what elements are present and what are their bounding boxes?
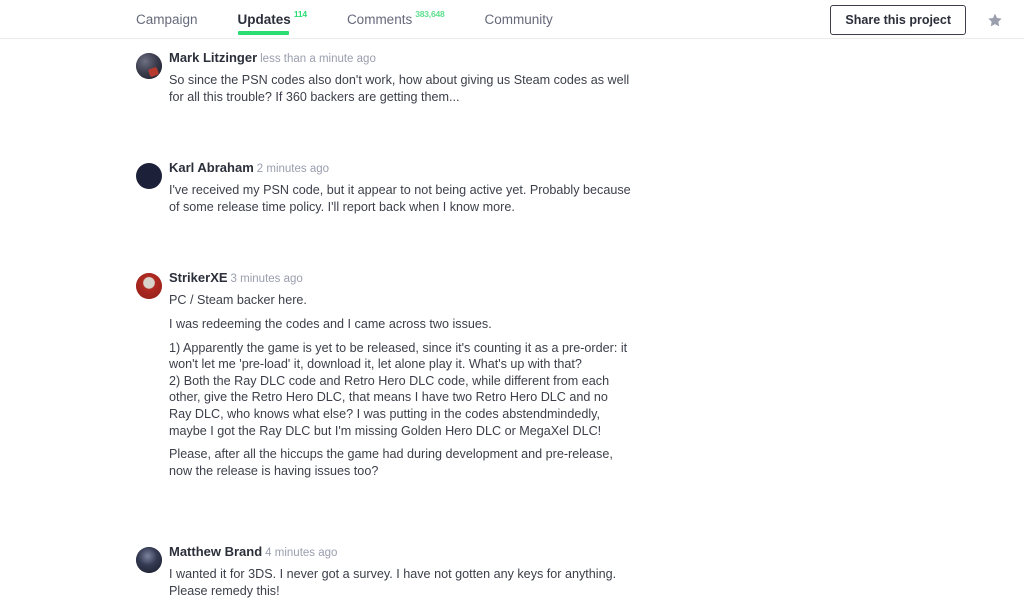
avatar[interactable] (136, 163, 162, 190)
avatar[interactable] (136, 273, 162, 300)
active-tab-underline (237, 30, 289, 35)
share-this-project-button[interactable]: Share this project (830, 4, 966, 35)
comment-author[interactable]: Matthew Brand (169, 544, 262, 559)
comment-timestamp: less than a minute ago (260, 53, 376, 65)
comment-author[interactable]: Mark Litzinger (169, 50, 257, 65)
comment-meta: Mark Litzinger less than a minute ago (169, 49, 631, 68)
comment-body: Mark Litzinger less than a minute ago So … (169, 49, 631, 105)
comment-author[interactable]: Karl Abraham (169, 160, 254, 175)
tab-updates-count: 114 (293, 8, 307, 19)
comment-paragraph: I've received my PSN code, but it appear… (169, 183, 631, 214)
nav-actions: Share this project (830, 0, 1006, 39)
comment-timestamp: 2 minutes ago (256, 163, 330, 176)
avatar-image (136, 547, 162, 574)
comment-timestamp: 3 minutes ago (230, 273, 303, 286)
tab-community[interactable]: Community (485, 0, 553, 39)
avatar[interactable] (136, 547, 162, 574)
nav-tabs: Campaign Updates 114 Comments 383,648 Co… (136, 0, 553, 39)
project-nav-bar: Campaign Updates 114 Comments 383,648 Co… (0, 0, 1024, 39)
comment-list: Mark Litzinger less than a minute ago So … (0, 39, 1024, 600)
comment-item: Matthew Brand 4 minutes ago I wanted it f… (0, 543, 1024, 599)
comment-paragraph: I was redeeming the codes and I came acr… (169, 316, 492, 331)
avatar-image (136, 163, 162, 189)
comment-paragraph: I wanted it for 3DS. I never got a surve… (169, 567, 617, 598)
tab-updates[interactable]: Updates 114 (237, 0, 307, 39)
comment-paragraph: PC / Steam backer here. (169, 293, 307, 308)
comment-body: Karl Abraham 2 minutes ago I've received … (169, 159, 631, 215)
comment-timestamp: 4 minutes ago (265, 547, 338, 560)
tab-comments[interactable]: Comments 383,648 (347, 0, 445, 39)
tab-comments-label: Comments (346, 11, 413, 27)
tab-campaign[interactable]: Campaign (136, 0, 198, 39)
comment-body: StrikerXE 3 minutes ago PC / Steam backer… (169, 269, 631, 479)
tab-comments-count: 383,648 (415, 8, 445, 19)
tab-community-label: Community (484, 11, 553, 27)
comment-meta: StrikerXE 3 minutes ago (169, 269, 631, 288)
comment-paragraph: 1) Apparently the game is yet to be rele… (169, 340, 628, 438)
tab-updates-label: Updates (237, 11, 291, 27)
comment-meta: Matthew Brand 4 minutes ago (169, 543, 631, 562)
tab-campaign-label: Campaign (136, 11, 198, 27)
avatar-image (136, 273, 162, 300)
comment-paragraph: Please, after all the hiccups the game h… (169, 447, 613, 478)
comment-spacer (0, 112, 1024, 159)
comment-item: StrikerXE 3 minutes ago PC / Steam backer… (0, 269, 1024, 479)
comment-author[interactable]: StrikerXE (169, 270, 228, 285)
comment-paragraph: So since the PSN codes also don't work, … (169, 73, 630, 104)
comment-meta: Karl Abraham 2 minutes ago (169, 159, 631, 178)
star-icon[interactable] (984, 9, 1006, 31)
comment-item: Mark Litzinger less than a minute ago So … (0, 49, 1024, 105)
comment-body: Matthew Brand 4 minutes ago I wanted it f… (169, 543, 631, 599)
comment-item: Karl Abraham 2 minutes ago I've received … (0, 159, 1024, 215)
avatar[interactable] (136, 53, 162, 79)
comment-spacer (0, 222, 1024, 269)
comment-spacer (0, 486, 1024, 543)
